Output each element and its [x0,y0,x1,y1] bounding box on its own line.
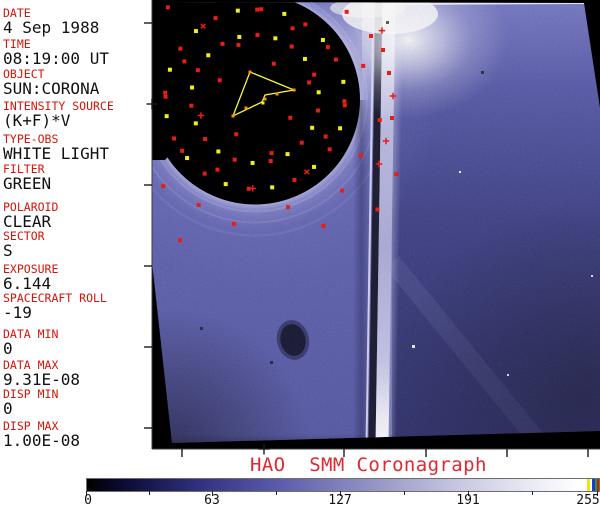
meta-value: 0 [3,399,13,418]
colorbar-gradient [86,478,600,492]
colorbar-tick-label: 63 [204,493,220,508]
meta-value: S [3,241,13,260]
colorbar-flag-stripe-red [597,479,599,491]
meta-entry-type-obs: TYPE-OBS WHITE LIGHT [3,133,109,163]
meta-entry-filter: FILTER GREEN [3,163,52,193]
meta-value: 4 Sep 1988 [3,18,100,37]
colorbar-flag-stripe-yellow [587,479,590,491]
meta-value: (K+F)*V [3,111,71,130]
meta-entry-disp-max: DISP MAX 1.00E-08 [3,420,81,450]
meta-entry-polaroid: POLAROID CLEAR [3,201,58,231]
meta-entry-time: TIME 08:19:00 UT [3,38,109,68]
meta-value: SUN:CORONA [3,79,100,98]
colorbar-tick [532,491,533,495]
colorbar-tick [276,491,277,495]
colorbar-tick-label: 0 [84,493,92,508]
colorbar-tick [404,491,405,495]
meta-entry-object: OBJECT SUN:CORONA [3,68,100,98]
meta-entry-exposure: EXPOSURE 6.144 [3,263,58,293]
meta-entry-sector: SECTOR S [3,230,45,260]
meta-value: 9.31E-08 [3,370,81,389]
colorbar-tick-label: 255 [576,493,600,508]
meta-entry-data-min: DATA MIN 0 [3,328,58,358]
meta-value: WHITE LIGHT [3,144,109,163]
meta-entry-spacecraft-roll: SPACECRAFT ROLL -19 [3,292,107,322]
colorbar-tick-label: 127 [328,493,352,508]
meta-value: 1.00E-08 [3,431,81,450]
meta-value: 08:19:00 UT [3,49,109,68]
meta-entry-intensity-source: INTENSITY SOURCE (K+F)*V [3,100,114,130]
meta-entry-data-max: DATA MAX 9.31E-08 [3,359,81,389]
meta-entry-disp-min: DISP MIN 0 [3,388,58,418]
meta-value: 0 [3,339,13,358]
meta-value: GREEN [3,174,52,193]
coronagraph-image [144,0,600,457]
meta-entry-date: DATE 4 Sep 1988 [3,7,100,37]
meta-value: 6.144 [3,274,52,293]
metadata-panel: DATE 4 Sep 1988 TIME 08:19:00 UT OBJECT SUN… [0,0,150,455]
colorbar-tick-label: 191 [456,493,480,508]
meta-value: CLEAR [3,212,52,231]
meta-value: -19 [3,303,32,322]
occulting-disk [152,2,360,205]
colorbar-tick [149,491,150,495]
coronagraph-display-window: DATE 4 Sep 1988 TIME 08:19:00 UT OBJECT SUN… [0,0,600,512]
page-title: HAO SMM Coronagraph [250,454,487,476]
